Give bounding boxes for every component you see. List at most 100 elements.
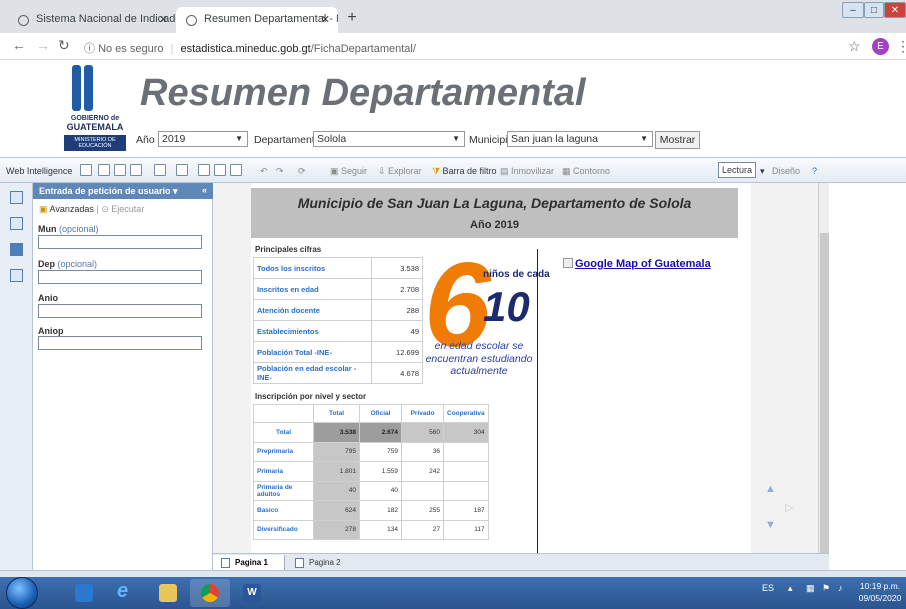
dep-input[interactable] <box>38 270 202 284</box>
advanced-icon: ▣ <box>39 204 50 214</box>
network-icon[interactable]: ▦ <box>806 583 815 594</box>
report-scrollbar[interactable] <box>818 183 829 563</box>
row-label: Primaria de adultos <box>253 480 314 501</box>
cell-total: 278 <box>313 519 360 540</box>
new-document-icon[interactable] <box>98 164 110 176</box>
dept-select[interactable]: Solola ▼ <box>313 131 465 147</box>
explorar-button[interactable]: ⇩ Explorar <box>378 166 422 177</box>
panel-tools: ▣ Avanzadas | ⊙ Ejecutar <box>39 204 145 214</box>
cifra-value: 12.699 <box>371 341 423 363</box>
action-center-icon[interactable]: ⚑ <box>822 583 830 594</box>
taskbar-chrome[interactable] <box>190 579 230 607</box>
menu-icon[interactable]: ⋮ <box>896 38 906 55</box>
url-field[interactable]: ⓘ No es seguro | estadistica.mineduc.gob… <box>84 40 416 56</box>
scrollbar-thumb[interactable] <box>820 233 829 563</box>
reload-icon[interactable]: ↻ <box>58 37 70 54</box>
save-icon[interactable] <box>130 164 142 176</box>
row-label: Total <box>253 422 314 443</box>
url-path: /FichaDepartamental/ <box>310 43 416 55</box>
browser-tab-bar: Sistema Nacional de Indicadores ✕ Resume… <box>0 0 906 33</box>
document-structure-icon[interactable] <box>10 191 23 204</box>
page-title: Resumen Departamental <box>140 72 586 114</box>
print-icon[interactable] <box>154 164 166 176</box>
browser-tab-indicadores[interactable]: Sistema Nacional de Indicadores ✕ <box>8 7 176 33</box>
report-map-icon[interactable] <box>10 217 23 230</box>
minimize-button[interactable]: – <box>842 2 864 18</box>
seguir-button[interactable]: ▣ Seguir <box>330 166 367 177</box>
volume-icon[interactable]: ♪ <box>838 583 843 593</box>
chrome-icon <box>201 584 219 602</box>
collapse-panel-icon[interactable]: « <box>202 185 207 195</box>
cifra-label: Establecimientos <box>253 320 372 342</box>
forward-arrow-icon[interactable]: → <box>36 37 50 53</box>
page-up-icon[interactable]: ▲ <box>765 483 776 495</box>
url-host: estadistica.mineduc.gob.gt <box>180 43 311 55</box>
lectura-button[interactable]: Lectura <box>718 162 756 178</box>
web-intelligence-menu[interactable]: Web Intelligence <box>6 166 72 176</box>
close-tab-icon[interactable]: ✕ <box>321 13 330 26</box>
tray-expand-icon[interactable]: ▴ <box>788 583 793 594</box>
cell-total: 795 <box>313 441 360 462</box>
refresh-data-icon[interactable] <box>214 164 226 176</box>
anio-label: Anio <box>38 293 58 303</box>
bi-toolbar: Web Intelligence ↶ ↷ ⟳ ▣ Seguir ⇩ Explor… <box>0 157 906 183</box>
maximize-button[interactable]: □ <box>864 2 884 18</box>
contorno-button[interactable]: ▦ Contorno <box>562 166 610 177</box>
avanzadas-button[interactable]: ▣ Avanzadas <box>39 204 94 214</box>
mostrar-button[interactable]: Mostrar <box>655 131 700 149</box>
principales-title: Principales cifras <box>255 245 322 254</box>
dropdown-arrow-icon[interactable] <box>80 164 92 176</box>
anio-input[interactable] <box>38 304 202 318</box>
aniop-input[interactable] <box>38 336 202 350</box>
mun-input[interactable] <box>38 235 202 249</box>
cifra-label: Todos los inscritos <box>253 257 372 279</box>
redo-icon[interactable]: ↷ <box>276 166 284 177</box>
table-row: Primaria de adultos 40 40 <box>253 480 489 501</box>
muni-select[interactable]: San juan la laguna ▼ <box>507 131 653 147</box>
outline-icon: ▦ <box>562 166 574 176</box>
track-changes-icon[interactable] <box>198 164 210 176</box>
tab-pagina-1[interactable]: Pagina 1 <box>213 555 285 570</box>
taskbar-ie[interactable]: e <box>106 579 146 607</box>
bookmark-star-icon[interactable]: ☆ <box>848 38 861 55</box>
user-prompt-icon[interactable] <box>10 243 23 256</box>
inmovilizar-button[interactable]: ▤ Inmovilizar <box>500 166 554 177</box>
browser-tab-resumen[interactable]: Resumen Departamental - Minist ✕ <box>176 7 338 33</box>
google-map-link[interactable]: Google Map of Guatemala <box>563 258 711 270</box>
cell-coop: 304 <box>443 422 489 443</box>
year-select[interactable]: 2019 ▼ <box>158 131 248 147</box>
taskbar-explorer[interactable] <box>148 579 188 607</box>
new-tab-button[interactable]: + <box>342 8 362 28</box>
profile-avatar[interactable]: E <box>872 38 889 55</box>
diseno-button[interactable]: Diseño <box>772 166 800 176</box>
report-page: Municipio de San Juan La Laguna, Departa… <box>251 183 751 553</box>
undo-icon[interactable]: ↶ <box>260 166 268 177</box>
close-tab-icon[interactable]: ✕ <box>159 13 168 26</box>
taskbar-media[interactable] <box>64 579 104 607</box>
tab-pagina-2[interactable]: Pagina 2 <box>287 555 357 570</box>
data-icon[interactable] <box>10 269 23 282</box>
cifra-label: Población en edad escolar -INE- <box>253 362 372 384</box>
page-down-icon[interactable]: ▼ <box>765 519 776 531</box>
barra-filtro-button[interactable]: ⧩ Barra de filtro <box>432 166 497 177</box>
start-button[interactable] <box>6 577 38 609</box>
principales-table: Todos los inscritos 3.538 Inscritos en eda… <box>253 257 423 384</box>
table-row: Primaria 1.801 1.559 242 <box>253 461 489 482</box>
open-folder-icon[interactable] <box>114 164 126 176</box>
taskbar-clock[interactable]: 10:19 p.m. 09/05/2020 <box>855 580 905 604</box>
ejecutar-button[interactable]: ⊙ Ejecutar <box>101 204 144 214</box>
cifra-label: Población Total -INE- <box>253 341 372 363</box>
close-window-button[interactable]: ✕ <box>884 2 906 18</box>
language-indicator[interactable]: ES <box>762 583 774 593</box>
page-next-icon[interactable]: ▷ <box>785 501 793 514</box>
help-icon[interactable]: ? <box>812 166 817 176</box>
export-icon[interactable] <box>230 164 242 176</box>
refresh-icon[interactable]: ⟳ <box>298 166 306 177</box>
cell-coop <box>443 441 489 462</box>
back-arrow-icon[interactable]: ← <box>12 37 26 53</box>
lectura-dropdown-icon[interactable]: ▾ <box>760 166 765 177</box>
find-icon[interactable] <box>176 164 188 176</box>
clock-date: 09/05/2020 <box>858 593 902 603</box>
run-icon: ⊙ <box>101 204 112 214</box>
taskbar-word[interactable]: W <box>232 579 272 607</box>
